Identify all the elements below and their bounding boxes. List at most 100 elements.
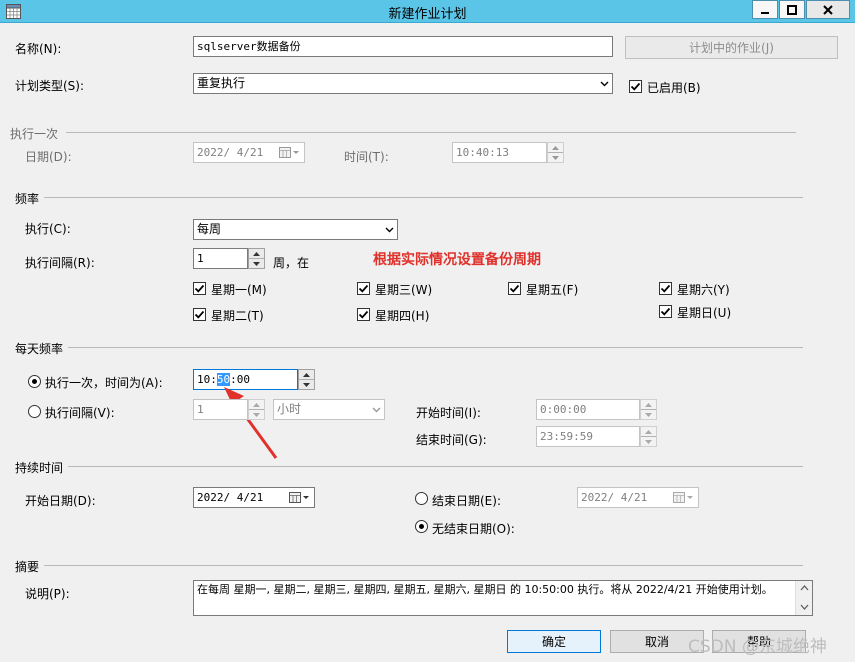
- spin-up-icon: [645, 429, 652, 434]
- recurs-every-label: 执行间隔(R):: [25, 256, 95, 270]
- schedule-type-dropdown[interactable]: 重复执行: [193, 73, 613, 94]
- spin-down-icon: [645, 439, 652, 444]
- tuesday-checkbox[interactable]: [193, 308, 206, 321]
- close-button[interactable]: [806, 0, 850, 19]
- end-date-value: 2022/ 4/21: [581, 491, 648, 504]
- wednesday-label: 星期三(W): [375, 283, 433, 297]
- checkmark-icon: [660, 307, 671, 316]
- checkmark-icon: [194, 284, 205, 293]
- once-time-second: :00: [230, 373, 250, 386]
- occurs-once-time-spinner[interactable]: [298, 369, 315, 390]
- description-scrollbar[interactable]: [795, 581, 812, 615]
- maximize-button[interactable]: [779, 0, 805, 19]
- occurs-once-radio[interactable]: [28, 375, 41, 388]
- friday-label: 星期五(F): [526, 283, 579, 297]
- daily-frequency-section-title: 每天频率: [15, 342, 64, 356]
- once-time-input[interactable]: 10:40:13: [452, 142, 547, 163]
- description-textbox[interactable]: 在每周 星期一, 星期二, 星期三, 星期四, 星期五, 星期六, 星期日 的 …: [193, 580, 813, 616]
- spin-up-icon: [253, 251, 260, 256]
- maximize-icon: [787, 4, 797, 15]
- checkmark-icon: [194, 310, 205, 319]
- enabled-checkbox[interactable]: [629, 80, 642, 93]
- annotation-text: 根据实际情况设置备份周期: [373, 252, 541, 268]
- frequency-section-title: 频率: [15, 192, 40, 206]
- checkmark-icon: [509, 284, 520, 293]
- end-time-spinner[interactable]: [640, 426, 657, 447]
- spin-up-icon: [253, 402, 260, 407]
- spin-down-icon: [253, 261, 260, 266]
- occurs-every-unit-value: 小时: [277, 402, 302, 416]
- ok-button[interactable]: 确定: [507, 630, 601, 653]
- start-time-spinner[interactable]: [640, 399, 657, 420]
- monday-checkbox[interactable]: [193, 282, 206, 295]
- monday-label: 星期一(M): [211, 283, 267, 297]
- once-time-label: 时间(T):: [344, 150, 389, 164]
- once-date-value: 2022/ 4/21: [197, 146, 264, 159]
- scroll-up-icon: [800, 585, 809, 591]
- summary-section-title: 摘要: [15, 560, 40, 574]
- start-date-value: 2022/ 4/21: [197, 491, 264, 504]
- once-time-hour: 10:: [197, 373, 217, 386]
- summary-section-divider: [44, 565, 803, 566]
- occurs-every-spinner[interactable]: [248, 399, 265, 420]
- spin-up-icon: [303, 372, 310, 377]
- wednesday-checkbox[interactable]: [357, 282, 370, 295]
- sunday-label: 星期日(U): [677, 306, 732, 320]
- occurs-dropdown[interactable]: 每周: [193, 219, 398, 240]
- no-end-date-radio[interactable]: [415, 520, 428, 533]
- jobs-in-schedule-button[interactable]: 计划中的作业(J): [625, 36, 838, 59]
- calendar-dropdown-icon: [673, 492, 693, 503]
- start-date-picker[interactable]: 2022/ 4/21: [193, 487, 315, 508]
- checkmark-icon: [630, 82, 641, 91]
- end-time-input[interactable]: 23:59:59: [536, 426, 640, 447]
- minimize-icon: [761, 11, 769, 14]
- radio-selected-dot: [419, 524, 424, 529]
- recurs-every-input[interactable]: 1: [193, 248, 248, 269]
- checkmark-icon: [358, 310, 369, 319]
- end-date-label: 结束日期(E):: [432, 494, 501, 508]
- spin-up-icon: [645, 402, 652, 407]
- daily-frequency-section-divider: [68, 347, 803, 348]
- occurs-every-unit-dropdown[interactable]: 小时: [273, 399, 385, 420]
- once-section-divider: [66, 132, 796, 133]
- start-time-label: 开始时间(I):: [416, 406, 481, 420]
- once-date-picker[interactable]: 2022/ 4/21: [193, 142, 305, 163]
- description-label: 说明(P):: [25, 587, 70, 601]
- close-icon: [823, 4, 833, 15]
- spin-up-icon: [552, 145, 559, 150]
- friday-checkbox[interactable]: [508, 282, 521, 295]
- checkmark-icon: [660, 284, 671, 293]
- start-time-input[interactable]: 0:00:00: [536, 399, 640, 420]
- title-bar: 新建作业计划: [0, 0, 855, 23]
- end-date-radio[interactable]: [415, 492, 428, 505]
- thursday-checkbox[interactable]: [357, 308, 370, 321]
- sunday-checkbox[interactable]: [659, 305, 672, 318]
- saturday-label: 星期六(Y): [677, 283, 730, 297]
- frequency-section-divider: [44, 197, 803, 198]
- schedule-type-label: 计划类型(S):: [15, 79, 85, 93]
- csdn-watermark: CSDN @东城绝神: [688, 637, 827, 657]
- thursday-label: 星期四(H): [375, 309, 430, 323]
- once-section-title: 执行一次: [10, 127, 59, 141]
- name-input[interactable]: sqlserver数据备份: [193, 36, 613, 57]
- chevron-down-icon: [600, 81, 609, 87]
- once-time-spinner[interactable]: [547, 142, 564, 163]
- occurs-once-label: 执行一次，时间为(A):: [45, 376, 163, 390]
- chevron-down-icon: [372, 407, 381, 413]
- duration-section-divider: [68, 466, 803, 467]
- calendar-dropdown-icon: [289, 492, 309, 503]
- occurs-every-input[interactable]: 1: [193, 399, 248, 420]
- recurs-every-spinner[interactable]: [248, 248, 265, 269]
- saturday-checkbox[interactable]: [659, 282, 672, 295]
- recurs-unit-label: 周，在: [273, 256, 310, 270]
- occurs-every-radio[interactable]: [28, 405, 41, 418]
- tuesday-label: 星期二(T): [211, 309, 264, 323]
- duration-section-title: 持续时间: [15, 461, 64, 475]
- minimize-button[interactable]: [752, 0, 778, 19]
- radio-selected-dot: [32, 379, 37, 384]
- occurs-every-label: 执行间隔(V):: [45, 406, 115, 420]
- spin-down-icon: [645, 412, 652, 417]
- no-end-date-label: 无结束日期(O):: [432, 522, 515, 536]
- checkmark-icon: [358, 284, 369, 293]
- end-date-picker[interactable]: 2022/ 4/21: [577, 487, 699, 508]
